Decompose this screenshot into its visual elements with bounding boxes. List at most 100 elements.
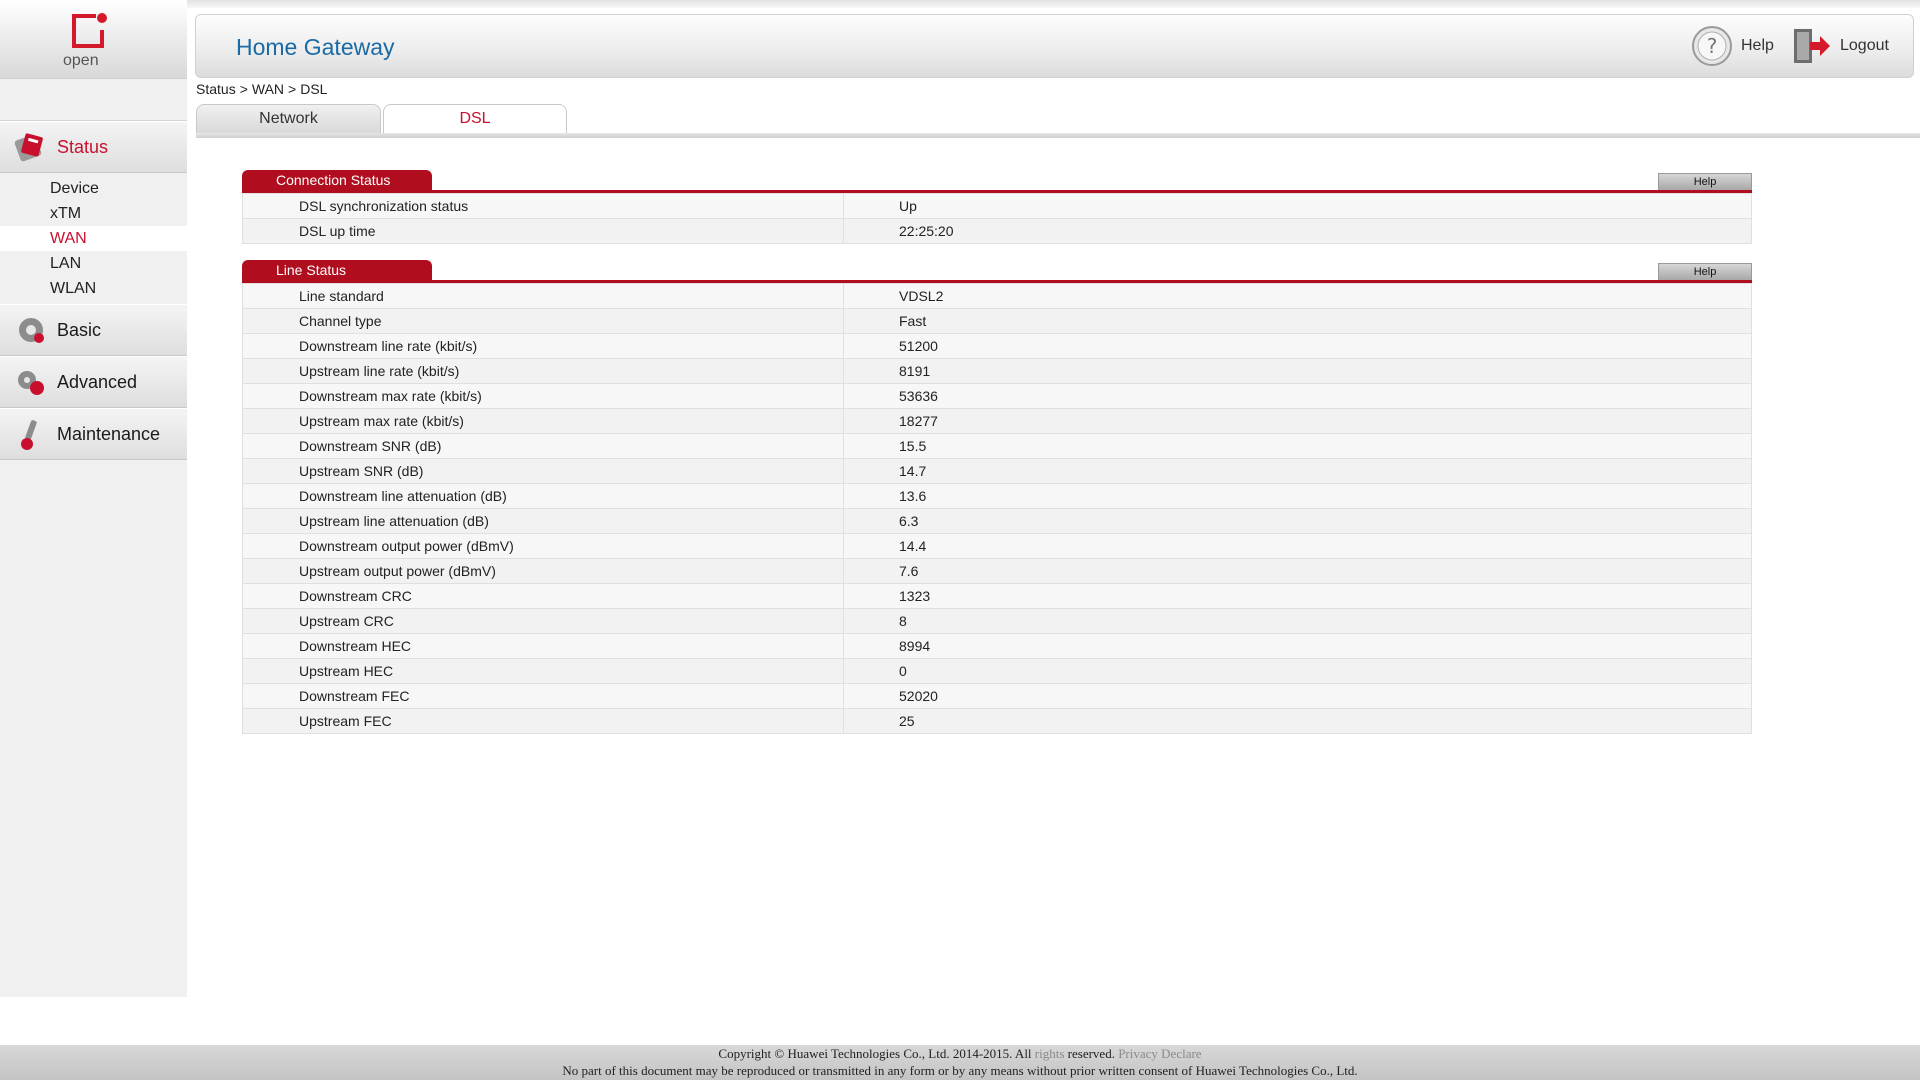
open-logo-icon <box>72 13 107 48</box>
table-row: Downstream max rate (kbit/s) 53636 <box>242 383 1752 409</box>
top-header: Home Gateway ? Help Logout <box>195 14 1914 78</box>
logout-icon <box>1794 29 1830 63</box>
breadcrumb-item: WAN <box>251 81 285 97</box>
row-label: Upstream output power (dBmV) <box>242 558 844 584</box>
row-label: DSL up time <box>242 218 844 244</box>
row-value: 8 <box>843 608 1752 634</box>
row-label: Downstream line rate (kbit/s) <box>242 333 844 359</box>
row-value: Fast <box>843 308 1752 334</box>
row-value: 8191 <box>843 358 1752 384</box>
logout-button[interactable]: Logout <box>1790 25 1889 67</box>
sidebar-item-xtm[interactable]: xTM <box>0 201 187 226</box>
row-value: 14.4 <box>843 533 1752 559</box>
status-submenu: Device xTM WAN LAN WLAN <box>0 173 187 304</box>
row-label: Downstream HEC <box>242 633 844 659</box>
row-value: 25 <box>843 708 1752 734</box>
tab-dsl[interactable]: DSL <box>383 104 567 133</box>
row-label: Upstream SNR (dB) <box>242 458 844 484</box>
table-row: Upstream CRC 8 <box>242 608 1752 634</box>
sidebar-spacer <box>0 79 187 121</box>
row-value: 14.7 <box>843 458 1752 484</box>
line-status-table: Line standard VDSL2 Channel type Fast Downst… <box>242 283 1752 734</box>
line-status-panel: Line Status Help Line standard VDSL2 Chann… <box>242 259 1752 734</box>
row-value: 52020 <box>843 683 1752 709</box>
sidebar-section-maintenance[interactable]: Maintenance <box>0 408 187 460</box>
panel-header: Line Status Help <box>242 259 1752 283</box>
table-row: Upstream line attenuation (dB) 6.3 <box>242 508 1752 534</box>
row-value: Up <box>843 193 1752 219</box>
row-value: 7.6 <box>843 558 1752 584</box>
connection-status-panel: Connection Status Help DSL synchronizati… <box>242 169 1752 244</box>
table-row: Downstream line attenuation (dB) 13.6 <box>242 483 1752 509</box>
footer: Copyright © Huawei Technologies Co., Ltd… <box>0 1045 1920 1080</box>
basic-gear-icon <box>19 318 44 343</box>
copyright-text: Copyright © Huawei Technologies Co., Ltd… <box>718 1046 1032 1061</box>
table-row: Downstream output power (dBmV) 14.4 <box>242 533 1752 559</box>
row-value: 18277 <box>843 408 1752 434</box>
row-value: 22:25:20 <box>843 218 1752 244</box>
sidebar-section-label: Status <box>57 136 109 157</box>
svg-text:?: ? <box>1707 34 1718 58</box>
help-icon: ? <box>1692 26 1732 66</box>
breadcrumb-separator: > <box>288 81 297 97</box>
breadcrumb-separator: > <box>239 81 248 97</box>
table-row: Upstream FEC 25 <box>242 708 1752 734</box>
row-label: Upstream HEC <box>242 658 844 684</box>
connection-status-table: DSL synchronization status Up DSL up time 2… <box>242 193 1752 244</box>
status-icon <box>14 133 43 162</box>
sidebar-section-status[interactable]: Status <box>0 121 187 173</box>
table-row: Upstream line rate (kbit/s) 8191 <box>242 358 1752 384</box>
table-row: DSL up time 22:25:20 <box>242 218 1752 244</box>
sidebar-section-basic[interactable]: Basic <box>0 304 187 356</box>
row-label: Downstream output power (dBmV) <box>242 533 844 559</box>
sidebar-section-label: Basic <box>57 319 102 340</box>
footer-copyright: Copyright © Huawei Technologies Co., Ltd… <box>0 1046 1920 1062</box>
row-label: DSL synchronization status <box>242 193 844 219</box>
tab-network[interactable]: Network <box>196 104 381 133</box>
maintenance-icon <box>21 420 37 450</box>
help-button[interactable]: ? Help <box>1691 25 1774 67</box>
row-label: Downstream line attenuation (dB) <box>242 483 844 509</box>
table-row: Downstream CRC 1323 <box>242 583 1752 609</box>
sidebar-section-advanced[interactable]: Advanced <box>0 356 187 408</box>
table-row: Line standard VDSL2 <box>242 283 1752 309</box>
table-row: Upstream SNR (dB) 14.7 <box>242 458 1752 484</box>
logout-label: Logout <box>1840 37 1889 54</box>
reserved-text: reserved. <box>1067 1046 1115 1061</box>
table-row: Downstream HEC 8994 <box>242 633 1752 659</box>
sidebar-item-wan[interactable]: WAN <box>0 226 187 251</box>
table-row: Downstream line rate (kbit/s) 51200 <box>242 333 1752 359</box>
sidebar-item-lan[interactable]: LAN <box>0 251 187 276</box>
row-value: 13.6 <box>843 483 1752 509</box>
row-value: 53636 <box>843 383 1752 409</box>
sidebar: open Status Device xTM WAN LAN WLAN Basi… <box>0 0 187 997</box>
row-value: 0 <box>843 658 1752 684</box>
row-value: VDSL2 <box>843 283 1752 309</box>
row-value: 51200 <box>843 333 1752 359</box>
row-label: Upstream max rate (kbit/s) <box>242 408 844 434</box>
row-label: Upstream CRC <box>242 608 844 634</box>
header-top-strip <box>187 0 1920 8</box>
row-label: Line standard <box>242 283 844 309</box>
help-label: Help <box>1741 37 1774 54</box>
row-value: 6.3 <box>843 508 1752 534</box>
row-label: Downstream SNR (dB) <box>242 433 844 459</box>
privacy-declare-link[interactable]: Privacy Declare <box>1118 1046 1201 1061</box>
breadcrumb-item: Status <box>196 81 236 97</box>
table-row: DSL synchronization status Up <box>242 193 1752 219</box>
logo[interactable]: open <box>0 0 187 79</box>
row-label: Downstream CRC <box>242 583 844 609</box>
line-status-help-button[interactable]: Help <box>1658 263 1752 280</box>
table-row: Upstream HEC 0 <box>242 658 1752 684</box>
row-value: 15.5 <box>843 433 1752 459</box>
connection-status-help-button[interactable]: Help <box>1658 173 1752 190</box>
sidebar-item-wlan[interactable]: WLAN <box>0 276 187 301</box>
row-label: Channel type <box>242 308 844 334</box>
table-row: Upstream output power (dBmV) 7.6 <box>242 558 1752 584</box>
row-label: Upstream line attenuation (dB) <box>242 508 844 534</box>
sidebar-item-device[interactable]: Device <box>0 176 187 201</box>
panel-title: Connection Status <box>242 170 432 190</box>
footer-notice: No part of this document may be reproduc… <box>562 1063 1358 1078</box>
sidebar-section-label: Advanced <box>57 371 138 392</box>
table-row: Upstream max rate (kbit/s) 18277 <box>242 408 1752 434</box>
